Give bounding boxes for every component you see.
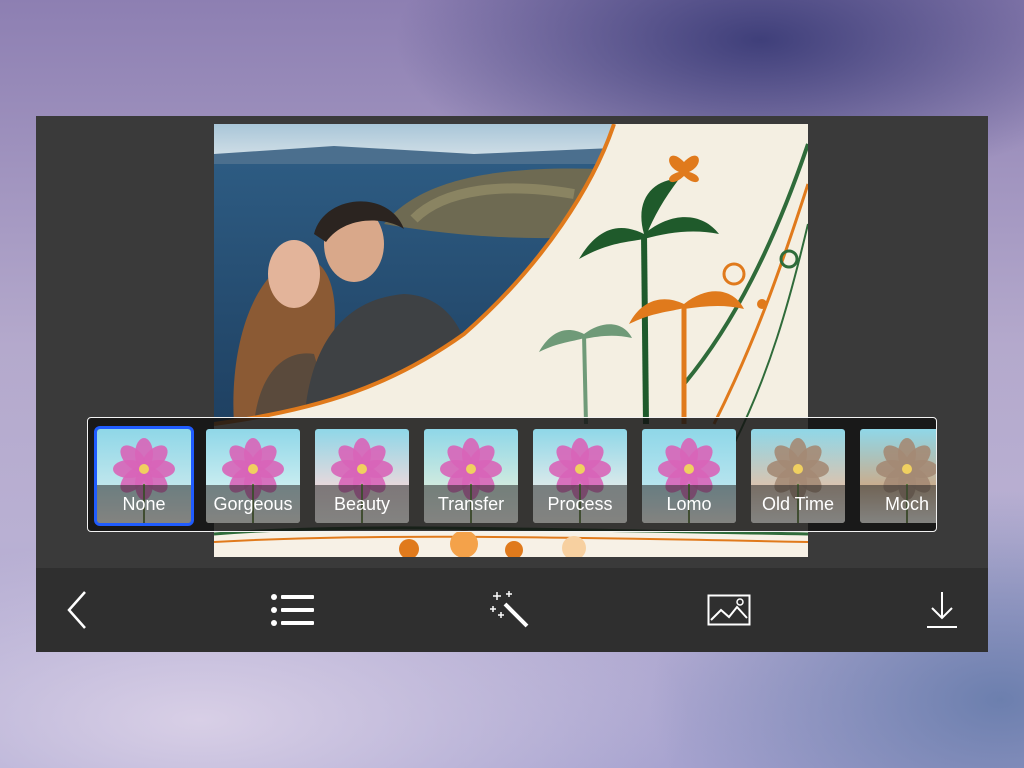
filter-thumb-none[interactable]: None xyxy=(94,426,194,526)
gallery-icon xyxy=(707,594,751,626)
filter-label: Moch xyxy=(860,485,936,523)
magic-wand-icon xyxy=(490,591,529,628)
filter-thumb-moch[interactable]: Moch xyxy=(860,429,936,523)
filter-thumb-old-time[interactable]: Old Time xyxy=(751,429,845,523)
filter-label: None xyxy=(97,485,191,523)
filter-label: Old Time xyxy=(751,485,845,523)
filter-thumb-beauty[interactable]: Beauty xyxy=(315,429,409,523)
frames-list-button[interactable] xyxy=(261,568,325,652)
bottom-toolbar xyxy=(36,568,988,652)
download-icon xyxy=(927,592,957,628)
filter-label: Process xyxy=(533,485,627,523)
filter-label: Lomo xyxy=(642,485,736,523)
back-icon xyxy=(67,591,86,629)
download-button[interactable] xyxy=(910,568,974,652)
editor-panel: None Gorgeous Beauty Transfer Process Lomo Old… xyxy=(36,116,988,652)
effects-button[interactable] xyxy=(478,568,542,652)
filter-label: Transfer xyxy=(424,485,518,523)
list-icon xyxy=(271,594,314,626)
back-button[interactable] xyxy=(46,568,110,652)
filter-thumb-gorgeous[interactable]: Gorgeous xyxy=(206,429,300,523)
filter-label: Gorgeous xyxy=(206,485,300,523)
filter-thumb-lomo[interactable]: Lomo xyxy=(642,429,736,523)
filter-strip[interactable]: None Gorgeous Beauty Transfer Process Lomo Old… xyxy=(87,417,937,532)
filter-thumb-transfer[interactable]: Transfer xyxy=(424,429,518,523)
gallery-button[interactable] xyxy=(697,568,761,652)
filter-label: Beauty xyxy=(315,485,409,523)
filter-thumb-process[interactable]: Process xyxy=(533,429,627,523)
